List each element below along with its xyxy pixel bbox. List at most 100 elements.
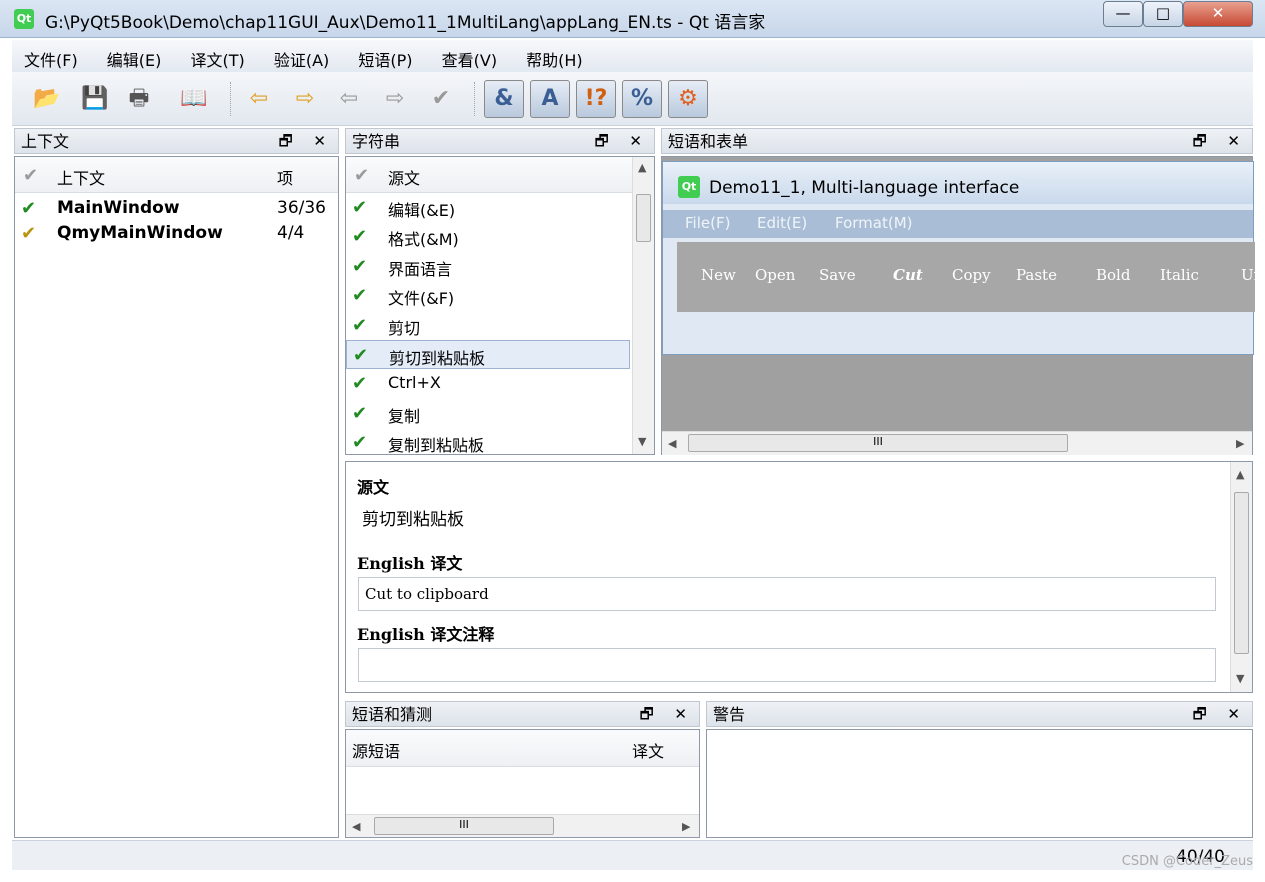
same-text-check-icon[interactable]: ⚙ xyxy=(668,80,708,118)
string-source: 剪切 xyxy=(388,318,421,338)
menu-edit[interactable]: 编辑(E) xyxy=(95,40,174,72)
dock-controls-icon[interactable]: 🗗 ✕ xyxy=(1193,702,1248,727)
context-dock-label: 上下文 xyxy=(21,132,70,151)
watermark: CSDN @Coder_Zeus xyxy=(1121,854,1253,869)
preview-tool: Paste xyxy=(1016,266,1057,284)
translation-input[interactable]: Cut to clipboard xyxy=(358,577,1216,611)
scroll-thumb[interactable] xyxy=(1234,492,1249,654)
phrasebook-icon[interactable]: 📖 xyxy=(177,82,211,116)
strings-dock-title: 字符串 🗗 ✕ xyxy=(345,128,655,154)
comment-input[interactable] xyxy=(358,648,1216,682)
string-row[interactable]: ✔ 格式(&M) xyxy=(346,222,630,251)
string-row[interactable]: ✔ Ctrl+X xyxy=(346,369,630,398)
scroll-thumb[interactable]: III xyxy=(688,434,1068,452)
phrase-match-check-icon[interactable]: !? xyxy=(576,80,616,118)
status-bar: 40/40 xyxy=(12,840,1253,870)
strings-vscrollbar[interactable]: ▲ ▼ xyxy=(632,157,654,454)
save-icon[interactable]: 💾 xyxy=(78,82,112,116)
menu-view[interactable]: 查看(V) xyxy=(430,40,509,72)
dock-controls-icon[interactable]: 🗗 ✕ xyxy=(1193,129,1248,154)
punctuation-check-icon[interactable]: A xyxy=(530,80,570,118)
context-items: 36/36 xyxy=(277,198,326,218)
scroll-right-icon[interactable]: ▶ xyxy=(682,820,690,833)
done-next-icon[interactable]: ✔ xyxy=(424,82,458,116)
context-row[interactable]: ✔ MainWindow 36/36 xyxy=(15,196,338,221)
menu-phrases[interactable]: 短语(P) xyxy=(346,40,424,72)
menu-bar: 文件(F) 编辑(E) 译文(T) 验证(A) 短语(P) 查看(V) 帮助(H… xyxy=(12,40,1253,72)
minimize-button[interactable]: — xyxy=(1103,1,1143,27)
header-check-icon: ✔ xyxy=(354,165,370,186)
string-source: Ctrl+X xyxy=(388,373,441,393)
context-header: ✔ 上下文 项 xyxy=(15,157,338,193)
scroll-left-icon[interactable]: ◀ xyxy=(352,820,360,833)
scroll-up-icon[interactable]: ▲ xyxy=(638,161,646,174)
print-icon[interactable]: 🖶 xyxy=(122,82,156,116)
string-row[interactable]: ✔ 剪切 xyxy=(346,311,630,340)
preview-tool: New xyxy=(701,266,736,284)
menu-help[interactable]: 帮助(H) xyxy=(514,40,595,72)
prev-unfinished-icon[interactable]: ⇦ xyxy=(332,82,366,116)
scroll-left-icon[interactable]: ◀ xyxy=(668,437,676,450)
check-icon: ✔ xyxy=(352,226,368,248)
prev-icon[interactable]: ⇦ xyxy=(242,82,276,116)
string-row[interactable]: ✔ 剪切到粘贴板 xyxy=(346,339,630,370)
preview-caption: Demo11_1, Multi-language interface xyxy=(709,178,1020,198)
toolbar: 📂 💾 🖶 📖 ⇦ ⇨ ⇦ ⇨ ✔ & A !? % ⚙ xyxy=(12,72,1253,126)
close-button[interactable]: ✕ xyxy=(1183,1,1253,27)
open-icon[interactable]: 📂 xyxy=(30,82,64,116)
menu-file[interactable]: 文件(F) xyxy=(12,40,90,72)
title-bar: Qt G:\PyQt5Book\Demo\chap11GUI_Aux\Demo1… xyxy=(0,0,1265,38)
header-items[interactable]: 项 xyxy=(277,165,293,189)
menu-translation[interactable]: 译文(T) xyxy=(179,40,257,72)
maximize-button[interactable]: □ xyxy=(1143,1,1183,27)
preview-menu-item: Format(M) xyxy=(835,214,913,232)
scroll-down-icon[interactable]: ▼ xyxy=(1236,672,1244,685)
check-icon: ✔ xyxy=(21,223,37,244)
header-source-phrase[interactable]: 源短语 xyxy=(352,738,400,762)
forms-hscrollbar[interactable]: ◀ III ▶ xyxy=(662,431,1252,455)
comment-label: English 译文注释 xyxy=(357,625,495,644)
header-context[interactable]: 上下文 xyxy=(57,165,105,189)
forms-dock-label: 短语和表单 xyxy=(668,132,749,151)
scroll-right-icon[interactable]: ▶ xyxy=(1236,437,1244,450)
dock-controls-icon[interactable]: 🗗 ✕ xyxy=(640,702,695,727)
qt-icon: Qt xyxy=(678,176,700,198)
scroll-down-icon[interactable]: ▼ xyxy=(638,435,646,448)
accelerator-check-icon[interactable]: & xyxy=(484,80,524,118)
toolbar-separator xyxy=(230,82,232,116)
preview-tool: Bold xyxy=(1096,266,1131,284)
string-row[interactable]: ✔ 复制到粘贴板 xyxy=(346,428,630,457)
scroll-up-icon[interactable]: ▲ xyxy=(1236,468,1244,481)
source-label: 源文 xyxy=(357,478,390,497)
header-check-icon: ✔ xyxy=(23,165,39,186)
string-source: 界面语言 xyxy=(388,259,453,279)
warnings-dock-title: 警告 🗗 ✕ xyxy=(706,701,1253,727)
string-source: 编辑(&E) xyxy=(388,201,456,220)
placemarker-check-icon[interactable]: % xyxy=(622,80,662,118)
context-list: ✔ 上下文 项 ✔ MainWindow 36/36 ✔ QmyMainWind… xyxy=(14,156,339,838)
string-row[interactable]: ✔ 文件(&F) xyxy=(346,281,630,310)
context-row[interactable]: ✔ QmyMainWindow 4/4 xyxy=(15,221,338,246)
string-row[interactable]: ✔ 界面语言 xyxy=(346,252,630,281)
menu-validation[interactable]: 验证(A) xyxy=(262,40,341,72)
context-name: MainWindow xyxy=(57,198,180,218)
editor-vscrollbar[interactable]: ▲ ▼ xyxy=(1230,462,1252,692)
translation-editor: 源文 剪切到粘贴板 English 译文 Cut to clipboard En… xyxy=(345,461,1253,693)
phrases-dock-title: 短语和猜测 🗗 ✕ xyxy=(345,701,700,727)
phrases-hscrollbar[interactable]: ◀ III ▶ xyxy=(346,814,699,837)
string-row[interactable]: ✔ 复制 xyxy=(346,399,630,428)
scroll-thumb[interactable]: III xyxy=(374,817,554,835)
next-unfinished-icon[interactable]: ⇨ xyxy=(378,82,412,116)
next-icon[interactable]: ⇨ xyxy=(288,82,322,116)
scroll-thumb[interactable] xyxy=(636,194,651,242)
toolbar-separator xyxy=(474,82,476,116)
qt-app-icon: Qt xyxy=(14,9,34,29)
warnings-dock-label: 警告 xyxy=(713,705,746,724)
string-row[interactable]: ✔ 编辑(&E) xyxy=(346,193,630,222)
header-translation[interactable]: 译文 xyxy=(632,738,664,762)
check-icon: ✔ xyxy=(352,432,368,454)
header-source[interactable]: 源文 xyxy=(388,165,420,189)
dock-controls-icon[interactable]: 🗗 ✕ xyxy=(279,129,334,154)
dock-controls-icon[interactable]: 🗗 ✕ xyxy=(595,129,650,154)
context-name: QmyMainWindow xyxy=(57,223,223,243)
